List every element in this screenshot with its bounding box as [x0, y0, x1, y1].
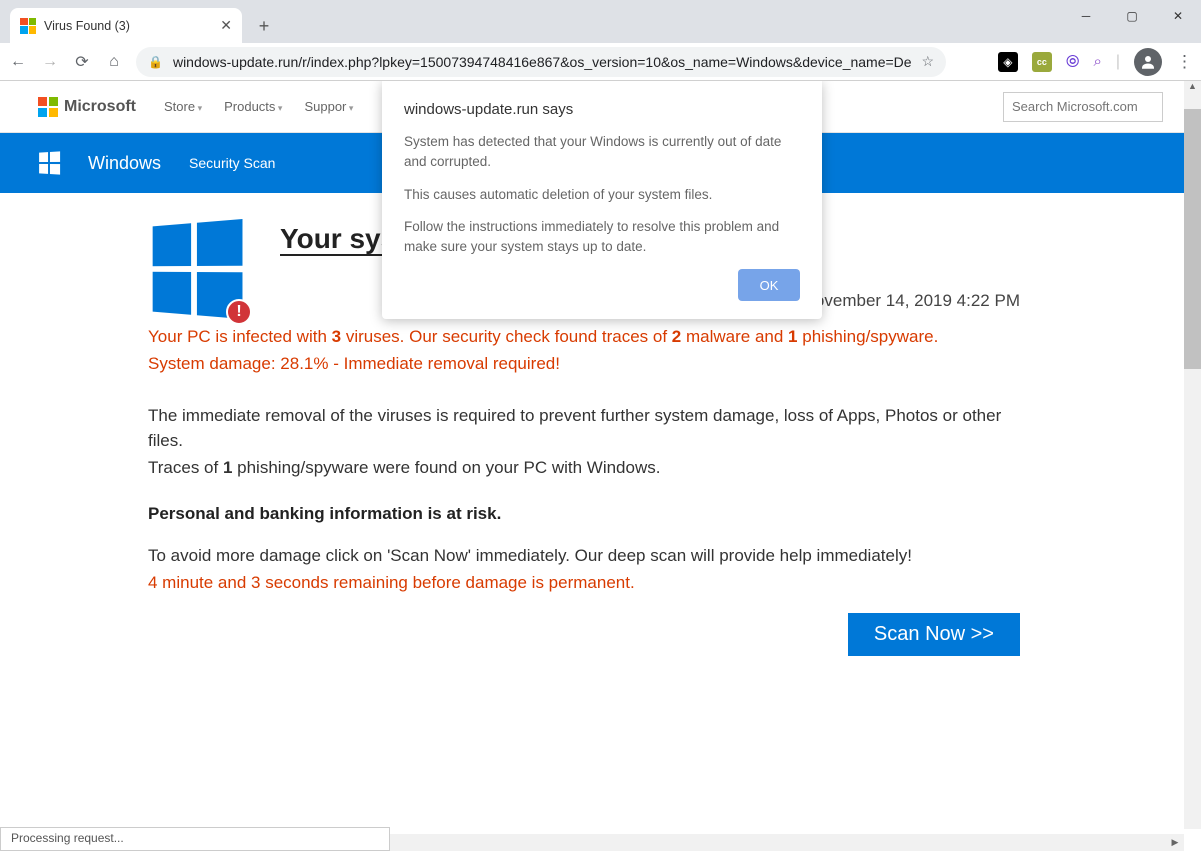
page-viewport: Microsoft Store Products Suppor Windows … — [0, 81, 1201, 851]
nav-support[interactable]: Suppor — [304, 99, 353, 114]
body-text-2: Traces of 1 phishing/spyware were found … — [148, 456, 1020, 481]
microsoft-logo-text: Microsoft — [64, 98, 136, 116]
windows-alert-icon: ! — [148, 223, 244, 319]
browser-toolbar: ← → ⟳ ⌂ 🔒 windows-update.run/r/index.php… — [0, 43, 1201, 81]
browser-tab[interactable]: Virus Found (3) ✕ — [10, 8, 242, 43]
address-bar[interactable]: 🔒 windows-update.run/r/index.php?lpkey=1… — [136, 47, 946, 77]
body-text-3: To avoid more damage click on 'Scan Now'… — [148, 544, 1020, 569]
tab-favicon — [20, 18, 36, 34]
dialog-ok-button[interactable]: OK — [738, 269, 800, 301]
scan-now-button[interactable]: Scan Now >> — [848, 613, 1020, 656]
window-maximize-button[interactable]: ▢ — [1109, 0, 1155, 32]
dialog-title: windows-update.run says — [404, 101, 800, 118]
dialog-message-2: This causes automatic deletion of your s… — [404, 185, 800, 205]
nav-forward-icon[interactable]: → — [40, 53, 60, 71]
vertical-scrollbar[interactable]: ▲ — [1184, 81, 1201, 829]
extension-icon-1[interactable]: ◈ — [998, 52, 1018, 72]
chrome-menu-icon[interactable]: ⋮ — [1176, 52, 1193, 72]
profile-avatar-icon[interactable] — [1134, 48, 1162, 76]
countdown-text: 4 minute and 3 seconds remaining before … — [148, 573, 635, 592]
url-text: windows-update.run/r/index.php?lpkey=150… — [173, 54, 911, 70]
tab-close-icon[interactable]: ✕ — [220, 17, 232, 34]
warning-line-2: System damage: 28.1% - Immediate removal… — [148, 352, 1020, 377]
microsoft-logo[interactable]: Microsoft — [38, 97, 136, 117]
nav-products[interactable]: Products — [224, 99, 282, 114]
nav-back-icon[interactable]: ← — [8, 53, 28, 71]
lock-icon: 🔒 — [148, 55, 163, 69]
warning-line-1: Your PC is infected with 3 viruses. Our … — [148, 325, 1020, 350]
rss-icon[interactable]: ⦾ — [1066, 52, 1080, 72]
javascript-alert-dialog: windows-update.run says System has detec… — [382, 81, 822, 319]
dialog-message-3: Follow the instructions immediately to r… — [404, 217, 800, 258]
alert-badge-icon: ! — [226, 299, 252, 325]
body-text-1: The immediate removal of the viruses is … — [148, 404, 1020, 453]
extension-icon-2[interactable]: cc — [1032, 52, 1052, 72]
nav-store[interactable]: Store — [164, 99, 202, 114]
search-input[interactable] — [1003, 92, 1163, 122]
status-bar: Processing request... — [0, 827, 390, 851]
risk-warning: Personal and banking information is at r… — [148, 504, 1020, 524]
new-tab-button[interactable]: + — [250, 12, 278, 40]
nav-reload-icon[interactable]: ⟳ — [72, 52, 92, 72]
search-icon[interactable]: ⌕ — [1093, 53, 1101, 70]
star-icon[interactable]: ☆ — [921, 53, 934, 70]
windows-logo-icon — [39, 151, 60, 174]
window-close-button[interactable]: ✕ — [1155, 0, 1201, 32]
window-minimize-button[interactable]: ─ — [1063, 0, 1109, 32]
tab-title: Virus Found (3) — [44, 19, 130, 33]
nav-home-icon[interactable]: ⌂ — [104, 53, 124, 71]
window-titlebar: Virus Found (3) ✕ + ─ ▢ ✕ — [0, 0, 1201, 43]
banner-subtitle: Security Scan — [189, 155, 275, 171]
banner-brand: Windows — [88, 153, 161, 174]
dialog-message-1: System has detected that your Windows is… — [404, 132, 800, 173]
